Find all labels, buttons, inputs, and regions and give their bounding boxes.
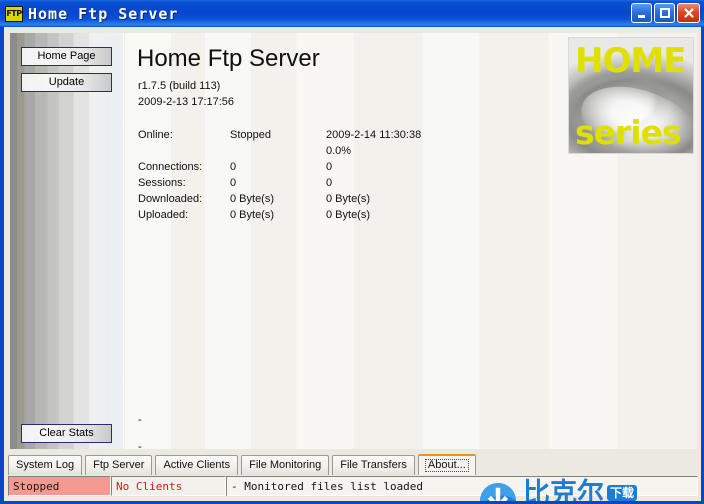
stat-current: 0 <box>230 161 237 173</box>
application-window: FTP Home Ftp Server Home Page Update Cle… <box>0 0 704 504</box>
stat-label: Online: <box>138 129 173 141</box>
footer-line-2: - <box>138 441 142 449</box>
table-row: Uploaded: 0 Byte(s) 0 Byte(s) <box>138 209 466 225</box>
window-body: Home Page Update Clear Stats Home Ftp Se… <box>3 27 701 504</box>
tab-strip: System Log Ftp Server Active Clients Fil… <box>8 453 698 475</box>
table-row: Downloaded: 0 Byte(s) 0 Byte(s) <box>138 193 466 209</box>
status-badge: Stopped <box>8 476 111 496</box>
tab-file-monitoring-label: File Monitoring <box>249 459 322 471</box>
window-controls <box>631 3 700 23</box>
tab-ftp-server[interactable]: Ftp Server <box>85 455 153 475</box>
table-row: 0.0% <box>138 145 466 161</box>
title-bar: FTP Home Ftp Server <box>0 0 704 27</box>
version-label: r1.7.5 (build 113) <box>138 80 221 92</box>
home-page-button-label: Home Page <box>37 50 96 62</box>
stat-current <box>230 145 326 161</box>
close-button[interactable] <box>677 3 700 23</box>
update-button[interactable]: Update <box>21 73 112 92</box>
update-button-label: Update <box>48 76 85 88</box>
tab-ftp-server-label: Ftp Server <box>93 459 145 471</box>
stat-label <box>138 145 230 161</box>
tab-file-transfers-label: File Transfers <box>340 459 407 471</box>
tab-file-monitoring[interactable]: File Monitoring <box>241 455 330 475</box>
window-title: Home Ftp Server <box>28 4 179 23</box>
stat-current: 0 Byte(s) <box>230 209 275 221</box>
clear-stats-button-label: Clear Stats <box>39 427 94 439</box>
table-row: Sessions: 0 0 <box>138 177 466 193</box>
build-datetime-label: 2009-2-13 17:17:56 <box>138 96 235 108</box>
stat-total: 0 Byte(s) <box>326 193 371 205</box>
tab-active-clients[interactable]: Active Clients <box>155 455 239 475</box>
logo-line-series: series <box>575 113 682 152</box>
stat-current: Stopped <box>230 129 271 141</box>
clear-stats-button[interactable]: Clear Stats <box>21 424 112 443</box>
stat-total: 0 <box>326 161 333 173</box>
statistics-table: Online: Stopped 2009-2-14 11:30:38 0.0% … <box>138 129 466 225</box>
stat-label: Connections: <box>138 161 203 173</box>
tab-system-log[interactable]: System Log <box>8 455 83 475</box>
clients-status: No Clients <box>111 476 226 496</box>
stat-label: Sessions: <box>138 177 186 189</box>
about-panel: Home Ftp Server r1.7.5 (build 113) 2009-… <box>125 33 697 449</box>
stat-label: Uploaded: <box>138 209 189 221</box>
stat-total: 0 Byte(s) <box>326 209 371 221</box>
tab-file-transfers[interactable]: File Transfers <box>332 455 415 475</box>
tab-active-clients-label: Active Clients <box>163 459 231 471</box>
tab-system-log-label: System Log <box>16 459 75 471</box>
logo-line-home: HOME <box>575 41 686 81</box>
tab-about-label: About... <box>424 459 469 472</box>
maximize-button[interactable] <box>654 3 675 23</box>
stat-total: 0.0% <box>326 145 352 157</box>
stat-current: 0 <box>230 177 237 189</box>
minimize-button[interactable] <box>631 3 652 23</box>
stat-total: 0 <box>326 177 333 189</box>
stat-current: 0 Byte(s) <box>230 193 275 205</box>
table-row: Connections: 0 0 <box>138 161 466 177</box>
table-row: Online: Stopped 2009-2-14 11:30:38 <box>138 129 466 145</box>
ftp-icon: FTP <box>5 5 23 22</box>
home-series-logo: HOME series <box>568 37 694 154</box>
tab-about[interactable]: About... <box>417 454 476 475</box>
stat-total: 2009-2-14 11:30:38 <box>326 129 422 141</box>
page-title: Home Ftp Server <box>137 45 320 72</box>
home-page-button[interactable]: Home Page <box>21 47 112 66</box>
stat-label: Downloaded: <box>138 193 203 205</box>
status-bar: Stopped No Clients - Monitored files lis… <box>8 476 698 496</box>
status-message: - Monitored files list loaded <box>226 476 698 496</box>
sidebar-panel: Home Page Update Clear Stats <box>10 33 124 449</box>
footer-line-1: - <box>138 414 142 426</box>
